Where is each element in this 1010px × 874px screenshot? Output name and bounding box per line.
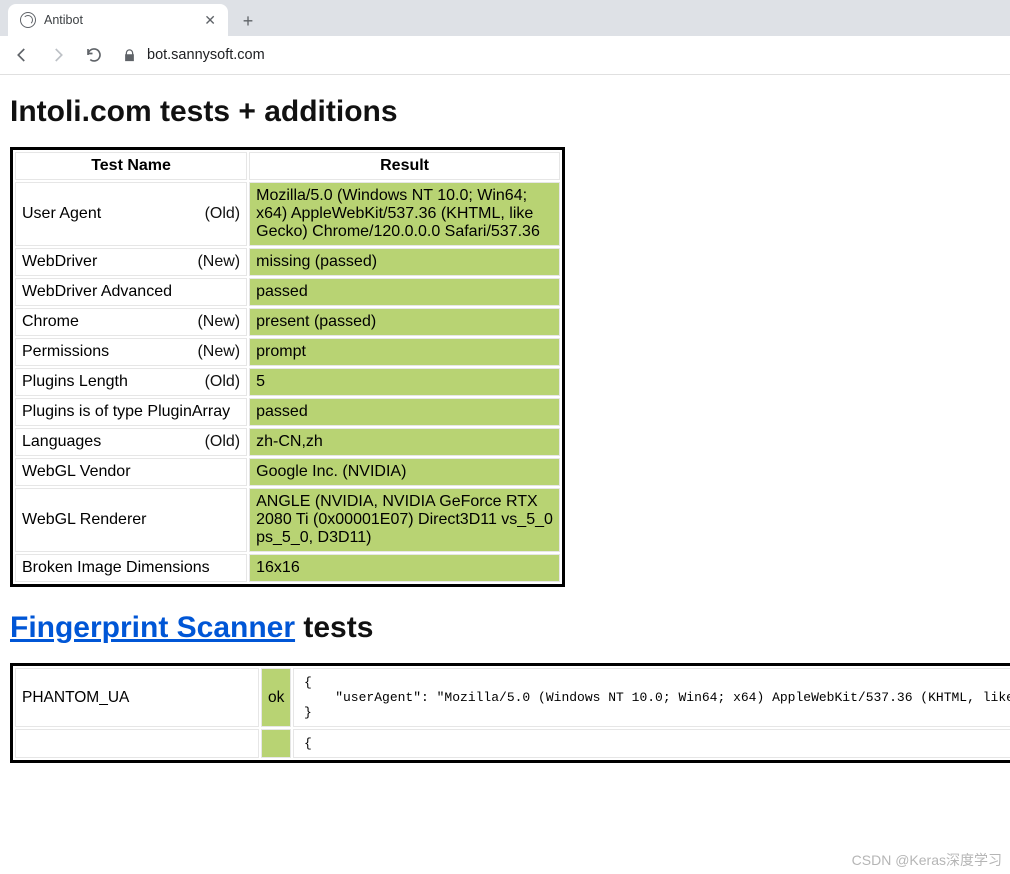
globe-icon [20, 12, 36, 28]
test-result-cell: passed [249, 278, 560, 306]
test-tag: (New) [197, 313, 240, 331]
test-result-cell: 5 [249, 368, 560, 396]
col-test-name: Test Name [15, 152, 247, 180]
test-tag: (New) [197, 343, 240, 361]
tab-bar: Antibot ✕ + [0, 0, 1010, 36]
test-name-cell: WebDriver(New) [15, 248, 247, 276]
fp-detail-cell: { "userAgent": "Mozilla/5.0 (Windows NT … [293, 668, 1010, 727]
test-name-cell: WebDriver Advanced [15, 278, 247, 306]
fp-name-cell [15, 729, 259, 758]
fp-status-cell: ok [261, 668, 291, 727]
test-result-cell: present (passed) [249, 308, 560, 336]
test-name-cell: User Agent(Old) [15, 182, 247, 246]
test-tag: (Old) [205, 373, 241, 391]
table-row: PHANTOM_UAok{ "userAgent": "Mozilla/5.0 … [15, 668, 1010, 727]
table-row: Languages(Old)zh-CN,zh [15, 428, 560, 456]
browser-chrome: Antibot ✕ + bot.sannysoft.com [0, 0, 1010, 75]
fingerprint-scanner-link[interactable]: Fingerprint Scanner [10, 611, 295, 644]
test-result-cell: prompt [249, 338, 560, 366]
fp-status-cell [261, 729, 291, 758]
test-result-cell: 16x16 [249, 554, 560, 582]
page-content: Intoli.com tests + additions Test Name R… [0, 75, 1010, 771]
heading-suffix: tests [295, 611, 373, 644]
heading-intoli: Intoli.com tests + additions [10, 95, 1000, 129]
forward-button[interactable] [42, 39, 74, 71]
tab-title: Antibot [44, 13, 204, 27]
test-name-cell: Chrome(New) [15, 308, 247, 336]
test-result-cell: passed [249, 398, 560, 426]
table-row: Plugins is of type PluginArraypassed [15, 398, 560, 426]
test-tag: (New) [197, 253, 240, 271]
lock-icon [122, 48, 137, 63]
reload-button[interactable] [78, 39, 110, 71]
toolbar: bot.sannysoft.com [0, 36, 1010, 74]
test-result-cell: missing (passed) [249, 248, 560, 276]
tests-table: Test Name Result User Agent(Old)Mozilla/… [10, 147, 565, 587]
table-row: WebGL RendererANGLE (NVIDIA, NVIDIA GeFo… [15, 488, 560, 552]
table-row: WebDriver Advancedpassed [15, 278, 560, 306]
new-tab-button[interactable]: + [234, 6, 262, 36]
table-row: Broken Image Dimensions16x16 [15, 554, 560, 582]
back-button[interactable] [6, 39, 38, 71]
table-row: WebDriver(New)missing (passed) [15, 248, 560, 276]
test-tag: (Old) [205, 205, 241, 223]
table-row: Plugins Length(Old)5 [15, 368, 560, 396]
address-bar[interactable]: bot.sannysoft.com [122, 40, 1004, 70]
browser-tab[interactable]: Antibot ✕ [8, 4, 228, 36]
table-row: { [15, 729, 1010, 758]
heading-fingerprint: Fingerprint Scanner tests [10, 611, 1000, 645]
url-text: bot.sannysoft.com [147, 47, 265, 63]
fp-detail-cell: { [293, 729, 1010, 758]
test-name-cell: Plugins is of type PluginArray [15, 398, 247, 426]
table-row: User Agent(Old)Mozilla/5.0 (Windows NT 1… [15, 182, 560, 246]
test-name-cell: Plugins Length(Old) [15, 368, 247, 396]
test-tag: (Old) [205, 433, 241, 451]
table-row: WebGL VendorGoogle Inc. (NVIDIA) [15, 458, 560, 486]
test-result-cell: Google Inc. (NVIDIA) [249, 458, 560, 486]
table-row: Chrome(New)present (passed) [15, 308, 560, 336]
table-row: Permissions(New)prompt [15, 338, 560, 366]
col-result: Result [249, 152, 560, 180]
test-name-cell: Broken Image Dimensions [15, 554, 247, 582]
test-result-cell: ANGLE (NVIDIA, NVIDIA GeForce RTX 2080 T… [249, 488, 560, 552]
close-icon[interactable]: ✕ [204, 12, 216, 29]
fp-name-cell: PHANTOM_UA [15, 668, 259, 727]
test-name-cell: WebGL Renderer [15, 488, 247, 552]
test-name-cell: Languages(Old) [15, 428, 247, 456]
test-name-cell: WebGL Vendor [15, 458, 247, 486]
fingerprint-table: PHANTOM_UAok{ "userAgent": "Mozilla/5.0 … [10, 663, 1010, 763]
test-result-cell: Mozilla/5.0 (Windows NT 10.0; Win64; x64… [249, 182, 560, 246]
test-name-cell: Permissions(New) [15, 338, 247, 366]
watermark: CSDN @Keras深度学习 [852, 850, 1002, 870]
test-result-cell: zh-CN,zh [249, 428, 560, 456]
